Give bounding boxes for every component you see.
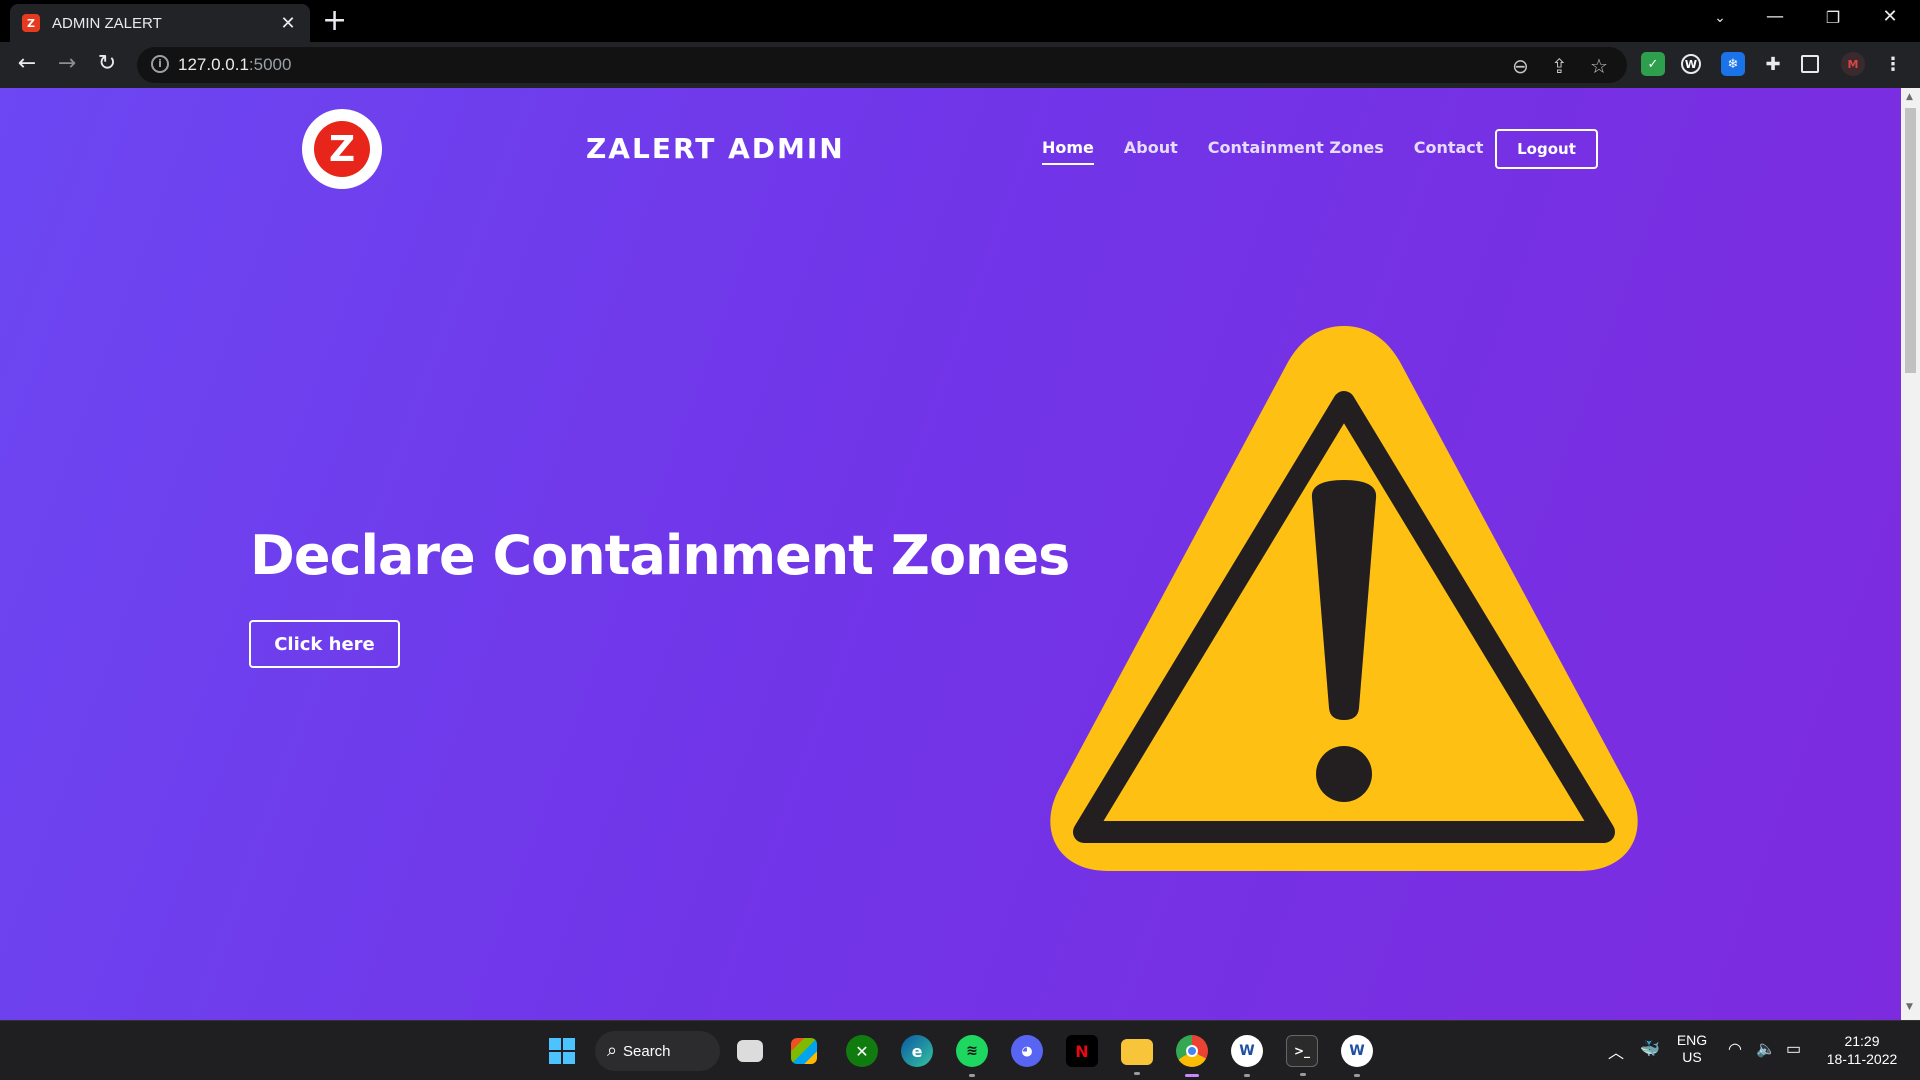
share-icon[interactable]: ⇪ bbox=[1551, 54, 1568, 78]
discord-icon[interactable]: ◕ bbox=[1011, 1035, 1043, 1067]
battery-icon[interactable]: ▭ bbox=[1786, 1039, 1801, 1059]
clock-time: 21:29 bbox=[1844, 1033, 1880, 1049]
search-icon: ⌕ bbox=[607, 1040, 618, 1060]
logo-letter: Z bbox=[314, 121, 370, 177]
site-logo[interactable]: Z bbox=[302, 109, 382, 189]
tab-title: ADMIN ZALERT bbox=[52, 14, 162, 32]
extensions-puzzle-icon[interactable]: ✚ bbox=[1761, 52, 1785, 76]
browser-tab[interactable]: Z ADMIN ZALERT ✕ bbox=[10, 4, 310, 42]
search-label: Search bbox=[623, 1042, 671, 1060]
tray-chevron-icon[interactable]: ︿ bbox=[1608, 1039, 1624, 1063]
scroll-down-icon[interactable]: ▼ bbox=[1906, 1002, 1913, 1012]
hero-headline: Declare Containment Zones bbox=[250, 524, 1070, 587]
brand-title: ZALERT ADMIN bbox=[586, 132, 845, 165]
close-window-icon[interactable]: ✕ bbox=[1870, 6, 1910, 27]
new-tab-button[interactable]: + bbox=[322, 6, 347, 36]
restore-icon[interactable]: ❐ bbox=[1813, 8, 1853, 27]
forward-icon[interactable]: → bbox=[52, 52, 82, 76]
language-code: ENG bbox=[1676, 1032, 1708, 1048]
w-extension-icon[interactable]: W bbox=[1681, 54, 1701, 74]
menu-kebab-icon[interactable]: ⋮ bbox=[1881, 52, 1905, 76]
favicon-icon: Z bbox=[22, 14, 40, 32]
language-indicator[interactable]: ENG US bbox=[1672, 1032, 1712, 1066]
main-nav: Home About Containment Zones Contact bbox=[1042, 138, 1483, 165]
logout-button[interactable]: Logout bbox=[1495, 129, 1598, 169]
page-content: Z ZALERT ADMIN Home About Containment Zo… bbox=[0, 88, 1901, 1020]
edge-icon[interactable]: e bbox=[901, 1035, 933, 1067]
app-w2-icon[interactable]: W bbox=[1341, 1035, 1373, 1077]
docker-icon[interactable]: 🐳 bbox=[1640, 1039, 1660, 1059]
minimize-icon[interactable]: — bbox=[1755, 6, 1795, 27]
reload-icon[interactable]: ↻ bbox=[92, 52, 122, 76]
back-icon[interactable]: ← bbox=[12, 52, 42, 76]
terminal-icon[interactable]: >_ bbox=[1286, 1035, 1318, 1076]
clock-date: 18-11-2022 bbox=[1826, 1051, 1898, 1067]
nav-about[interactable]: About bbox=[1124, 138, 1178, 165]
taskbar: ⌕ Search ✕ e ≋ ◕ N W >_ W ︿ 🐳 ENG US ◠ 🔈… bbox=[0, 1020, 1920, 1080]
volume-icon[interactable]: 🔈 bbox=[1756, 1039, 1776, 1059]
start-windows-icon[interactable] bbox=[546, 1035, 578, 1067]
scrollbar-thumb[interactable] bbox=[1905, 108, 1916, 373]
app-w-icon[interactable]: W bbox=[1231, 1035, 1263, 1077]
url-text: 127.0.0.1:5000 bbox=[178, 55, 292, 74]
nav-containment-zones[interactable]: Containment Zones bbox=[1208, 138, 1384, 165]
close-tab-icon[interactable]: ✕ bbox=[278, 13, 298, 34]
zoom-icon[interactable]: ⊖ bbox=[1512, 54, 1529, 78]
taskbar-search[interactable]: ⌕ Search bbox=[595, 1031, 720, 1071]
side-panel-icon[interactable] bbox=[1801, 55, 1819, 73]
snowflake-extension-icon[interactable]: ❄ bbox=[1721, 52, 1745, 76]
tab-search-icon[interactable]: ⌄ bbox=[1700, 10, 1740, 26]
page-scrollbar[interactable]: ▲ ▼ bbox=[1901, 88, 1920, 1020]
shield-extension-icon[interactable]: ✓ bbox=[1641, 52, 1665, 76]
profile-avatar[interactable]: M bbox=[1841, 52, 1865, 76]
site-info-icon[interactable]: i bbox=[151, 55, 169, 73]
warning-triangle-icon bbox=[1050, 326, 1638, 871]
scroll-up-icon[interactable]: ▲ bbox=[1906, 92, 1913, 102]
netflix-icon[interactable]: N bbox=[1066, 1035, 1098, 1067]
region-code: US bbox=[1682, 1049, 1702, 1065]
microsoft-store-icon[interactable] bbox=[791, 1038, 817, 1064]
browser-tabstrip: Z ADMIN ZALERT ✕ + ⌄ — ❐ ✕ bbox=[0, 0, 1920, 42]
nav-home[interactable]: Home bbox=[1042, 138, 1094, 165]
chrome-icon[interactable] bbox=[1176, 1035, 1208, 1077]
spotify-icon[interactable]: ≋ bbox=[956, 1035, 988, 1077]
bookmark-star-icon[interactable]: ☆ bbox=[1590, 54, 1608, 78]
xbox-icon[interactable]: ✕ bbox=[846, 1035, 878, 1067]
file-explorer-icon[interactable] bbox=[1121, 1039, 1153, 1075]
task-view-icon[interactable] bbox=[737, 1040, 763, 1062]
browser-toolbar: ← → ↻ i 127.0.0.1:5000 ⊖ ⇪ ☆ ✓ W ❄ ✚ M ⋮ bbox=[0, 42, 1920, 88]
wifi-icon[interactable]: ◠ bbox=[1728, 1039, 1742, 1059]
nav-contact[interactable]: Contact bbox=[1414, 138, 1484, 165]
clock[interactable]: 21:29 18-11-2022 bbox=[1822, 1032, 1902, 1068]
address-bar[interactable]: i 127.0.0.1:5000 ⊖ ⇪ ☆ bbox=[137, 47, 1627, 83]
click-here-button[interactable]: Click here bbox=[249, 620, 400, 668]
